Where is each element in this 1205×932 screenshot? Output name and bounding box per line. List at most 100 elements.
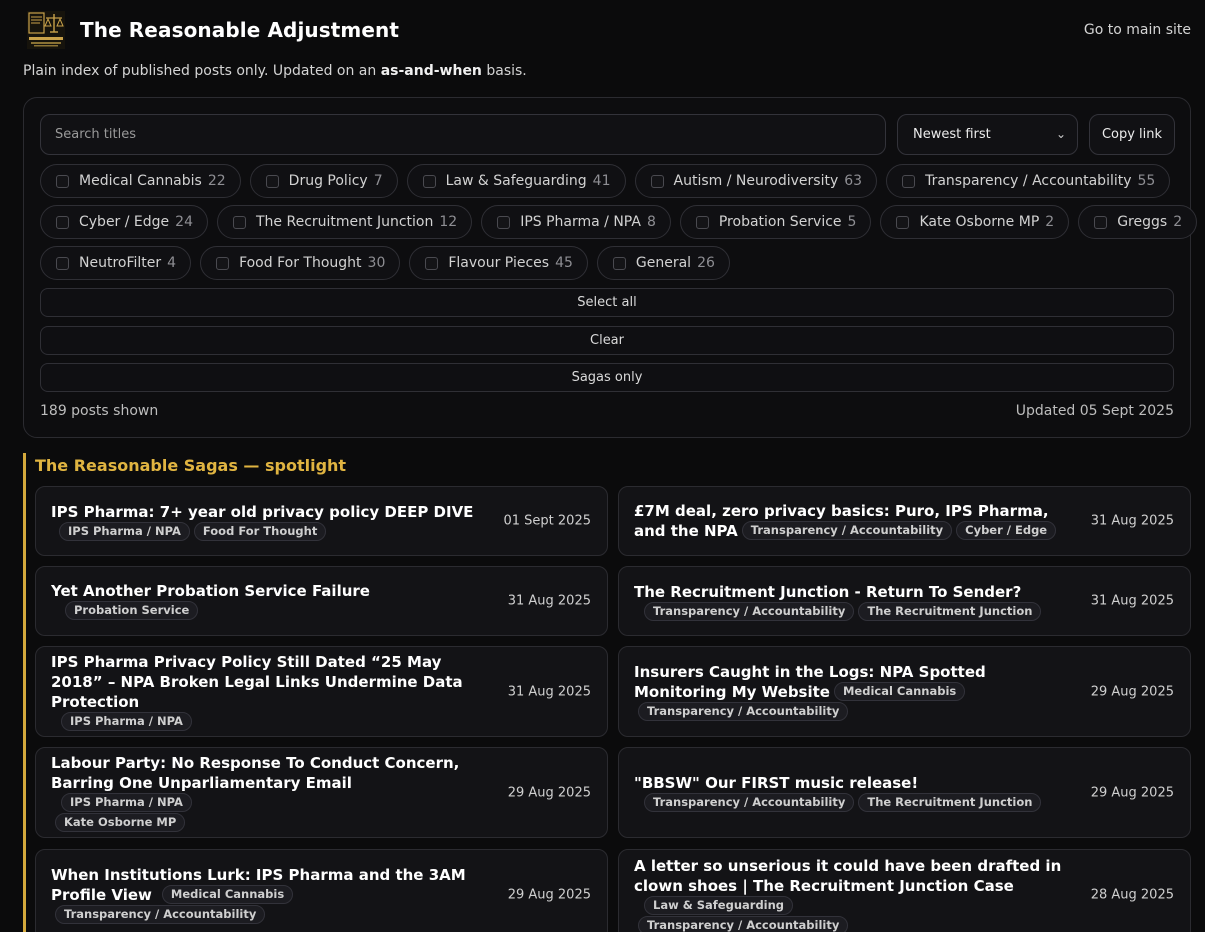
checkbox[interactable] [902, 174, 916, 188]
tag[interactable]: Transparency / Accountability [644, 793, 855, 812]
card-title-text: IPS Pharma Privacy Policy Still Dated “2… [51, 653, 463, 711]
saga-card[interactable]: Labour Party: No Response To Conduct Con… [35, 747, 608, 838]
checkbox[interactable] [896, 215, 910, 229]
tag[interactable]: Transparency / Accountability [644, 601, 855, 621]
category-chip[interactable]: Probation Service 5 [679, 205, 872, 239]
card-title[interactable]: Yet Another Probation Service FailurePro… [51, 581, 489, 621]
select-all-button[interactable]: Select all [40, 288, 1174, 317]
category-chip[interactable]: Transparency / Accountability 55 [886, 164, 1171, 198]
category-chip[interactable]: Drug Policy 7 [249, 164, 398, 198]
tag[interactable]: Medical Cannabis [833, 681, 966, 701]
category-chip[interactable]: Food For Thought 30 [200, 246, 401, 280]
chip-label: Kate Osborne MP [919, 214, 1040, 230]
card-title-text: Labour Party: No Response To Conduct Con… [51, 754, 460, 792]
tag[interactable]: The Recruitment Junction [858, 793, 1042, 812]
chip-label: Food For Thought [239, 255, 362, 271]
card-title[interactable]: IPS Pharma: 7+ year old privacy policy D… [51, 502, 489, 522]
card-title[interactable]: Labour Party: No Response To Conduct Con… [51, 753, 489, 813]
saga-card[interactable]: IPS Pharma: 7+ year old privacy policy D… [35, 486, 608, 556]
card-title[interactable]: When Institutions Lurk: IPS Pharma and t… [51, 865, 489, 925]
checkbox[interactable] [265, 174, 279, 188]
sagas-only-button[interactable]: Sagas only [40, 363, 1174, 392]
tag[interactable]: The Recruitment Junction [858, 601, 1042, 621]
page: The Reasonable Adjustment Go to main sit… [0, 0, 1205, 932]
search-input[interactable]: Search titles [40, 114, 886, 155]
card-title[interactable]: IPS Pharma Privacy Policy Still Dated “2… [51, 652, 489, 712]
tag[interactable]: Cyber / Edge [956, 521, 1057, 540]
category-chip[interactable]: The Recruitment Junction 12 [217, 205, 473, 239]
card-date: 31 Aug 2025 [1090, 593, 1174, 609]
tag[interactable]: Transparency / Accountability [638, 915, 849, 932]
tag[interactable]: IPS Pharma / NPA [59, 521, 190, 541]
clear-button[interactable]: Clear [40, 326, 1174, 355]
checkbox[interactable] [56, 215, 69, 229]
chip-count: 8 [646, 214, 656, 230]
category-chip[interactable]: Greggs 2 [1078, 205, 1198, 239]
sort-selected-value: Newest first [913, 127, 991, 142]
tag[interactable]: Food For Thought [193, 521, 327, 541]
checkbox[interactable] [612, 256, 626, 270]
card-body: IPS Pharma: 7+ year old privacy policy D… [51, 487, 489, 555]
checkbox[interactable] [233, 215, 246, 229]
card-date: 29 Aug 2025 [1090, 785, 1174, 800]
category-chip[interactable]: IPS Pharma / NPA 8 [481, 205, 671, 239]
main-site-link[interactable]: Go to main site [1084, 22, 1191, 38]
intro-text: Plain index of published posts only. Upd… [23, 63, 527, 79]
card-title[interactable]: A letter so unserious it could have been… [634, 856, 1072, 916]
tag[interactable]: Transparency / Accountability [741, 521, 953, 540]
saga-card[interactable]: "BBSW" Our FIRST music release! Transpar… [618, 747, 1191, 838]
chip-label: NeutroFilter [79, 255, 162, 271]
saga-card[interactable]: Yet Another Probation Service FailurePro… [35, 566, 608, 636]
category-chip[interactable]: NeutroFilter 4 [40, 246, 192, 280]
saga-card[interactable]: Insurers Caught in the Logs: NPA Spotted… [618, 646, 1191, 737]
card-title[interactable]: £7M deal, zero privacy basics: Puro, IPS… [634, 501, 1072, 541]
site-title[interactable]: The Reasonable Adjustment [80, 18, 399, 42]
checkbox[interactable] [56, 256, 69, 270]
sort-select[interactable]: Newest first ⌄ [897, 114, 1078, 155]
category-chip[interactable]: Flavour Pieces 45 [409, 246, 588, 280]
category-chip[interactable]: Kate Osborne MP 2 [880, 205, 1070, 239]
tag[interactable]: Transparency / Accountability [638, 701, 849, 721]
category-chip[interactable]: Autism / Neurodiversity 63 [634, 164, 878, 198]
tag[interactable]: Kate Osborne MP [55, 813, 186, 832]
saga-card[interactable]: IPS Pharma Privacy Policy Still Dated “2… [35, 646, 608, 737]
checkbox[interactable] [695, 215, 709, 229]
tag[interactable]: Probation Service [65, 601, 199, 620]
saga-card[interactable]: The Recruitment Junction - Return To Sen… [618, 566, 1191, 636]
category-chip-row: Cyber / Edge 24 The Recruitment Junction 1… [40, 205, 1198, 239]
category-chip[interactable]: Medical Cannabis 22 [40, 164, 241, 198]
saga-card[interactable]: £7M deal, zero privacy basics: Puro, IPS… [618, 486, 1191, 556]
checkbox[interactable] [216, 256, 230, 270]
card-tags: IPS Pharma / NPA [57, 712, 489, 731]
card-date: 31 Aug 2025 [1090, 513, 1174, 529]
site-logo[interactable] [26, 10, 66, 50]
tag[interactable]: Transparency / Accountability [55, 905, 266, 924]
card-date: 01 Sept 2025 [503, 513, 592, 529]
checkbox[interactable] [425, 256, 439, 270]
checkbox[interactable] [56, 174, 69, 188]
category-chip[interactable]: Cyber / Edge 24 [40, 205, 208, 239]
tag[interactable]: IPS Pharma / NPA [61, 793, 192, 812]
tag[interactable]: Medical Cannabis [161, 885, 294, 904]
chip-label: Transparency / Accountability [925, 173, 1132, 189]
card-title[interactable]: The Recruitment Junction - Return To Sen… [634, 582, 1072, 602]
card-title-text: "BBSW" Our FIRST music release! [634, 774, 919, 792]
card-title-text: A letter so unserious it could have been… [634, 856, 1062, 895]
tag[interactable]: IPS Pharma / NPA [61, 712, 192, 731]
chip-label: The Recruitment Junction [256, 214, 434, 230]
saga-card[interactable]: When Institutions Lurk: IPS Pharma and t… [35, 849, 608, 932]
category-chip[interactable]: General 26 [596, 246, 730, 280]
tag[interactable]: Law & Safeguarding [644, 895, 794, 915]
card-title[interactable]: Insurers Caught in the Logs: NPA Spotted… [634, 662, 1072, 722]
checkbox[interactable] [497, 215, 511, 229]
checkbox[interactable] [650, 174, 664, 188]
copy-link-button[interactable]: Copy link [1089, 114, 1175, 155]
checkbox[interactable] [422, 174, 436, 188]
chip-count: 55 [1137, 173, 1156, 189]
saga-card[interactable]: A letter so unserious it could have been… [618, 849, 1191, 932]
card-body: A letter so unserious it could have been… [634, 850, 1072, 932]
chip-count: 24 [175, 214, 193, 230]
card-title[interactable]: "BBSW" Our FIRST music release! [634, 773, 1072, 793]
category-chip[interactable]: Law & Safeguarding 41 [406, 164, 626, 198]
checkbox[interactable] [1094, 215, 1108, 229]
